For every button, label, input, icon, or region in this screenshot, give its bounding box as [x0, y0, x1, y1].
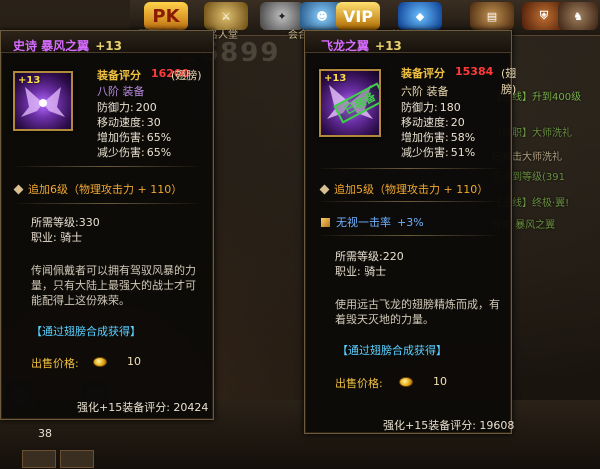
item-title: 史诗 暴风之翼 +13: [13, 37, 122, 54]
source-link[interactable]: 【通过翅膀合成获得】: [337, 342, 447, 358]
icon-enhance-level: +13: [324, 73, 347, 84]
divider: [11, 203, 203, 204]
tier-line: 六阶 装备: [401, 85, 449, 98]
slot-tag: (翅膀): [501, 67, 517, 96]
horse-icon[interactable]: ♞: [558, 2, 598, 30]
stat-defense: 防御力: 200: [97, 101, 157, 114]
hotbar-button[interactable]: [22, 450, 56, 468]
item-tooltip-left: 史诗 暴风之翼 +13 +13 装备评分 16200 (翅膀) 八阶 装备 防御力…: [0, 30, 214, 420]
tier-line: 八阶 装备: [97, 85, 145, 98]
item-count: 38: [38, 427, 52, 440]
item-title: 飞龙之翼 +13: [321, 37, 402, 54]
required-level: 所需等级:220: [335, 250, 404, 263]
stat-damage-reduction: 减少伤害: 51%: [401, 146, 476, 159]
enhance-line: 追加6级（物理攻击力 + 110）: [13, 181, 182, 197]
required-class: 职业: 骑士: [335, 265, 387, 278]
required-level: 所需等级:330: [31, 216, 100, 229]
rating-value: 15384: [455, 65, 494, 78]
vip-button[interactable]: VIP: [336, 2, 380, 30]
enhance-rating: 强化+15装备评分: 19608: [383, 419, 515, 432]
stat-damage-reduction: 减少伤害: 65%: [97, 146, 172, 159]
enhance-line: 追加5级（物理攻击力 + 110）: [319, 181, 488, 197]
icon-enhance-level: +13: [18, 75, 41, 86]
stat-damage-increase: 增加伤害: 58%: [401, 131, 476, 144]
price-value: 10: [433, 375, 447, 388]
stat-defense: 防御力: 180: [401, 101, 461, 114]
item-name: 飞龙之翼: [321, 39, 370, 53]
price-label: 出售价格:: [335, 377, 383, 390]
diamond-icon: [319, 184, 330, 194]
gold-coin-icon: [399, 377, 413, 387]
stat-move-speed: 移动速度: 30: [97, 116, 161, 129]
extra-attr-icon: [321, 217, 330, 227]
source-link[interactable]: 【通过翅膀合成获得】: [31, 323, 141, 339]
item-plus: +13: [95, 39, 122, 53]
item-description: 使用远古飞龙的翅膀精炼而成，有着毁天灭地的力量。: [335, 298, 500, 326]
stat-move-speed: 移动速度: 20: [401, 116, 465, 129]
scroll-icon[interactable]: ▤: [470, 2, 514, 30]
divider: [11, 166, 203, 167]
rating-label: 装备评分: [401, 67, 445, 80]
divider: [315, 168, 501, 169]
wing-item-icon[interactable]: +13 已装备: [319, 69, 381, 137]
item-plus: +13: [375, 39, 402, 53]
price-label: 出售价格:: [31, 357, 79, 370]
divider: [315, 201, 501, 202]
slot-tag: (翅膀): [171, 69, 202, 82]
hotbar-button[interactable]: [60, 450, 94, 468]
item-name: 史诗 暴风之翼: [13, 39, 90, 53]
extra-attribute: 无视一击率 +3%: [321, 214, 424, 230]
item-tooltip-right: 飞龙之翼 +13 +13 已装备 装备评分 15384 (翅膀) 六阶 装备 防御…: [304, 30, 516, 434]
diamond-icon: [13, 184, 24, 194]
rating-label: 装备评分: [97, 69, 141, 82]
wing-item-icon[interactable]: +13: [13, 71, 73, 131]
divider: [315, 235, 501, 236]
required-class: 职业: 骑士: [31, 231, 83, 244]
gold-coin-icon: [93, 357, 107, 367]
stat-damage-increase: 增加伤害: 65%: [97, 131, 172, 144]
item-description: 传闻佩戴者可以拥有驾驭风暴的力量，只有大陆上最强大的战士才可能配得上这份殊荣。: [31, 264, 196, 307]
price-value: 10: [127, 355, 141, 368]
enhance-rating: 强化+15装备评分: 20424: [77, 401, 209, 414]
